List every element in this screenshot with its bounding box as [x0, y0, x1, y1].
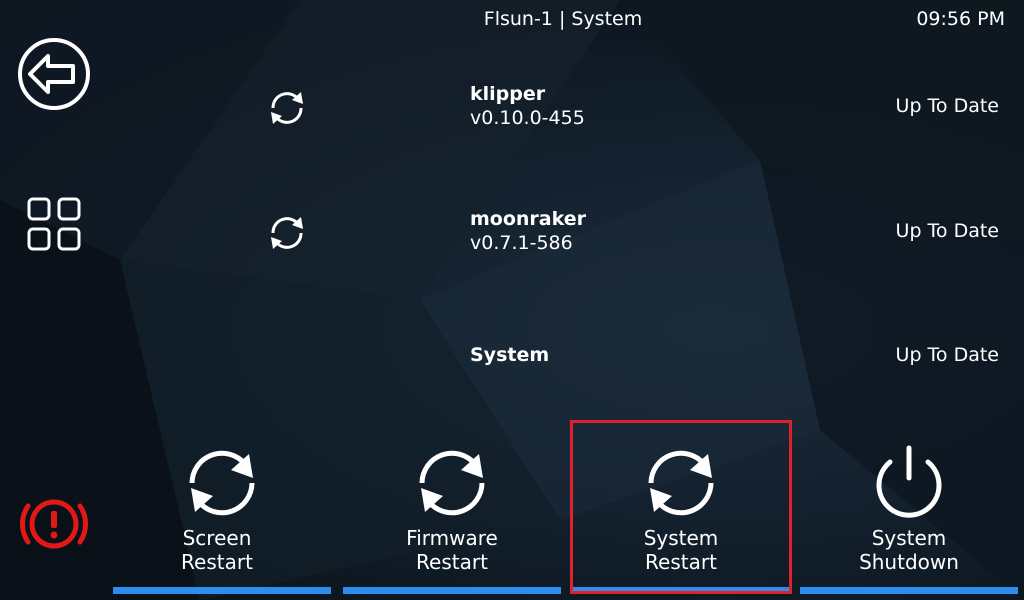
- action-indicator-bar: [343, 587, 561, 594]
- action-indicator-bar: [572, 587, 790, 594]
- update-status: Up To Date: [895, 95, 999, 117]
- refresh-icon[interactable]: [265, 211, 309, 255]
- refresh-icon[interactable]: [265, 86, 309, 130]
- action-label: System Restart: [643, 526, 719, 574]
- action-label: System Shutdown: [859, 526, 959, 574]
- action-indicator-bar: [800, 587, 1018, 594]
- emergency-stop-button[interactable]: [14, 484, 94, 564]
- update-version: v0.7.1-586: [470, 232, 573, 254]
- firmware-restart-button[interactable]: Firmware Restart: [343, 428, 561, 594]
- grid-menu-icon: [27, 197, 81, 251]
- restart-icon: [189, 450, 255, 516]
- klipperscreen-system-panel: Flsun-1 | System 09:56 PM klipper v0.10.…: [0, 0, 1024, 600]
- menu-button[interactable]: [14, 184, 94, 264]
- update-row-klipper: klipper v0.10.0-455 Up To Date: [100, 62, 1024, 152]
- clock: 09:56 PM: [916, 8, 1005, 30]
- restart-icon: [648, 450, 714, 516]
- update-row-system: System Up To Date: [100, 312, 1024, 402]
- update-name: klipper: [470, 83, 546, 105]
- page-title: Flsun-1 | System: [483, 8, 643, 30]
- restart-icon: [419, 450, 485, 516]
- update-name: moonraker: [470, 208, 587, 230]
- action-label: Firmware Restart: [406, 526, 498, 574]
- action-indicator-bar: [113, 587, 331, 594]
- system-restart-button[interactable]: System Restart: [572, 428, 790, 594]
- screen-restart-button[interactable]: Screen Restart: [113, 428, 331, 594]
- action-label: Screen Restart: [181, 526, 253, 574]
- power-icon: [876, 445, 942, 518]
- update-status: Up To Date: [895, 220, 999, 242]
- back-button[interactable]: [14, 34, 94, 114]
- update-version: v0.10.0-455: [470, 107, 585, 129]
- emergency-stop-icon: [20, 499, 88, 549]
- back-arrow-icon: [18, 38, 90, 110]
- update-name: System: [470, 344, 550, 366]
- update-row-moonraker: moonraker v0.7.1-586 Up To Date: [100, 187, 1024, 277]
- update-status: Up To Date: [895, 344, 999, 366]
- system-shutdown-button[interactable]: System Shutdown: [800, 428, 1018, 594]
